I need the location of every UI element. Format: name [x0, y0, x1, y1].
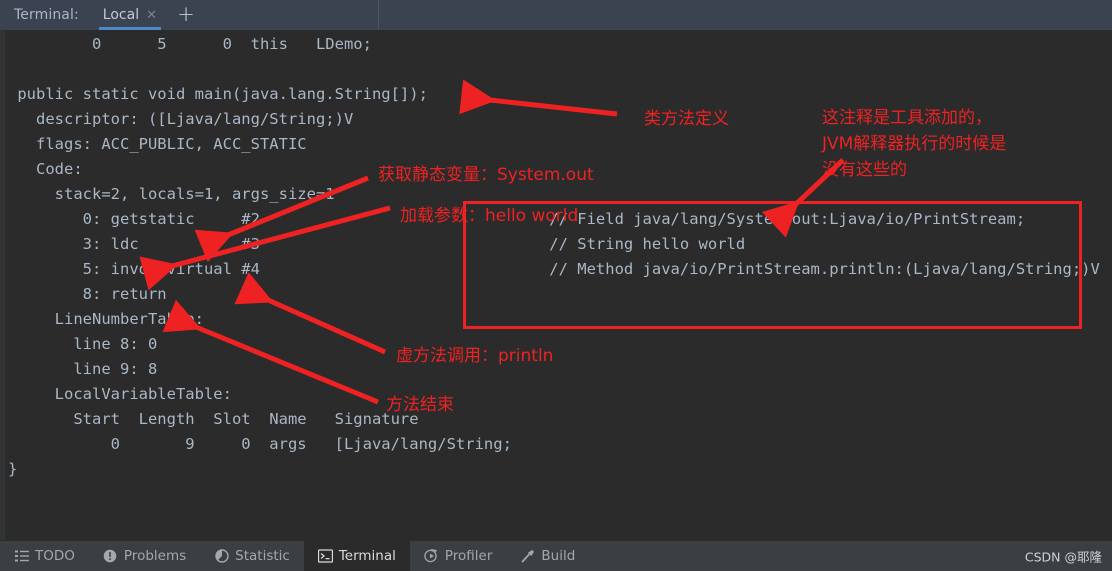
profiler-icon — [424, 549, 439, 564]
javap-output-text: 0 5 0 this LDemo; public static void mai… — [8, 35, 1100, 478]
statusbar-item-label: Problems — [123, 548, 187, 564]
terminal-tab-local[interactable]: Local ✕ — [91, 0, 169, 30]
ide-terminal-window: Terminal: Local ✕ + 0 5 0 this LDemo; pu… — [0, 0, 1112, 571]
terminal-title: Terminal: — [14, 7, 79, 23]
tabbar-divider — [378, 0, 379, 30]
statusbar-item-label: Profiler — [444, 548, 493, 564]
csdn-watermark: CSDN @耶隆 — [1024, 549, 1102, 565]
statusbar-item-label: Terminal — [338, 548, 396, 564]
terminal-tab-bar: Terminal: Local ✕ + — [0, 0, 1112, 30]
statusbar-item-terminal[interactable]: Terminal — [303, 541, 410, 571]
statusbar-item-build[interactable]: Build — [506, 541, 589, 571]
hammer-icon — [520, 549, 535, 564]
statusbar-item-label: Build — [541, 548, 576, 564]
list-icon — [14, 549, 29, 564]
terminal-icon — [317, 549, 333, 564]
terminal-tab-label: Local — [102, 7, 140, 23]
add-tab-icon[interactable]: + — [169, 0, 203, 30]
statusbar-item-problems[interactable]: Problems — [89, 541, 200, 571]
warning-icon — [103, 549, 118, 564]
statusbar-item-todo[interactable]: TODO — [0, 541, 89, 571]
pie-chart-icon — [214, 549, 229, 564]
statusbar-item-profiler[interactable]: Profiler — [410, 541, 507, 571]
statusbar-item-statistic[interactable]: Statistic — [200, 541, 304, 571]
bottom-tool-window-bar: TODO Problems Statistic Terminal Profile… — [0, 540, 1112, 571]
terminal-console-output[interactable]: 0 5 0 this LDemo; public static void mai… — [0, 30, 1112, 541]
statusbar-item-label: TODO — [35, 548, 75, 564]
statusbar-item-label: Statistic — [235, 548, 290, 564]
close-icon[interactable]: ✕ — [146, 9, 157, 22]
